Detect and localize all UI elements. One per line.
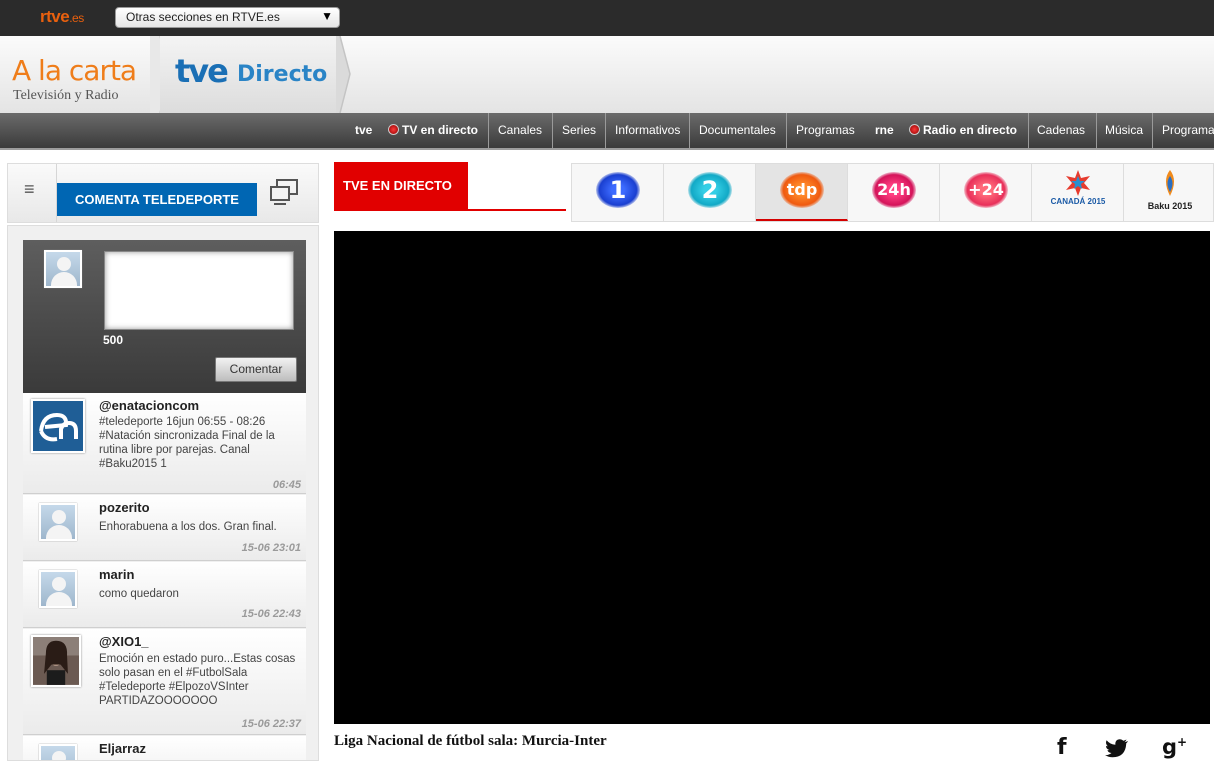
tve-directo-logo[interactable]: tve Directo xyxy=(160,36,340,113)
alacarta-subtitle: Televisión y Radio xyxy=(13,88,119,103)
comment-time: 15-06 22:43 xyxy=(241,608,301,620)
top-bar: rtve.es Otras secciones en RTVE.es ▼ xyxy=(0,0,1214,36)
tab-underline xyxy=(334,209,566,211)
facebook-icon[interactable]: f xyxy=(1057,735,1067,760)
sections-select-label: Otras secciones en RTVE.es xyxy=(126,10,280,24)
nav-tv-en-directo[interactable]: TV en directo xyxy=(388,113,478,148)
nav-programas-rne[interactable]: Programas xyxy=(1162,113,1214,148)
sections-select[interactable]: Otras secciones en RTVE.es ▼ xyxy=(115,7,340,28)
comment-item: @enatacioncom #teledeporte 16jun 06:55 -… xyxy=(23,393,306,494)
directo-label: Directo xyxy=(237,62,328,87)
nav-rne[interactable]: rne xyxy=(875,113,894,148)
nav-series[interactable]: Series xyxy=(562,113,596,148)
nav-programas-tve[interactable]: Programas xyxy=(796,113,855,148)
comment-text: como quedaron xyxy=(99,588,179,600)
alacarta-logo[interactable]: A la carta Televisión y Radio xyxy=(0,36,160,113)
tve-logo: tve xyxy=(175,52,229,90)
nav-radio-en-directo[interactable]: Radio en directo xyxy=(909,113,1017,148)
twitter-icon[interactable] xyxy=(1105,739,1129,759)
enatacion-logo-icon[interactable] xyxy=(31,399,85,453)
video-title: Liga Nacional de fútbol sala: Murcia-Int… xyxy=(334,733,607,749)
comment-user[interactable]: @enatacioncom xyxy=(99,398,199,413)
comentar-button[interactable]: Comentar xyxy=(215,357,297,382)
rtve-logo[interactable]: rtve.es xyxy=(40,7,84,27)
comment-input[interactable] xyxy=(104,251,294,330)
alacarta-title: A la carta xyxy=(12,54,137,87)
comment-text: Emoción en estado puro...Estas cosas sol… xyxy=(99,653,296,707)
nav-separator xyxy=(786,113,787,148)
nav-separator xyxy=(488,113,489,148)
comment-user[interactable]: Eljarraz xyxy=(99,741,146,756)
channel-teledeporte[interactable]: tdp xyxy=(756,164,848,221)
comment-user[interactable]: marin xyxy=(99,567,134,582)
baku2015-icon xyxy=(1166,170,1174,196)
default-avatar-icon[interactable] xyxy=(39,570,77,608)
nav-separator xyxy=(689,113,690,148)
canal24h-icon: 24h xyxy=(872,172,916,208)
comment-time: 15-06 22:37 xyxy=(241,718,301,730)
tve-en-directo-tab[interactable]: TVE EN DIRECTO xyxy=(334,162,468,210)
nav-separator xyxy=(1152,113,1153,148)
channel-baku2015[interactable]: Baku 2015 xyxy=(1124,164,1214,221)
nav-cadenas[interactable]: Cadenas xyxy=(1037,113,1085,148)
channel-selector: 1 2 tdp 24h +24 CANADÁ 2015 Baku 2015 xyxy=(571,163,1214,222)
default-avatar-icon xyxy=(44,250,82,288)
char-counter: 500 xyxy=(103,333,124,347)
header: A la carta Televisión y Radio tve Direct… xyxy=(0,36,1214,113)
channel-la2[interactable]: 2 xyxy=(664,164,756,221)
nav-musica[interactable]: Música xyxy=(1105,113,1143,148)
comenta-teledeporte-button[interactable]: COMENTA TELEDEPORTE xyxy=(57,183,257,216)
canada2015-icon xyxy=(1066,170,1090,196)
comment-user[interactable]: pozerito xyxy=(99,500,150,515)
nav-separator xyxy=(552,113,553,148)
comment-text: #teledeporte 16jun 06:55 - 08:26 #Nataci… xyxy=(99,416,275,470)
nav-radio-en-directo-label: Radio en directo xyxy=(923,123,1018,137)
comment-item: @XIO1_ Emoción en estado puro...Estas co… xyxy=(23,629,306,735)
nav-separator xyxy=(605,113,606,148)
default-avatar-icon[interactable] xyxy=(39,503,77,541)
google-plus-icon[interactable]: g+ xyxy=(1162,735,1187,759)
rtve-logo-text: rtve xyxy=(40,7,70,26)
comment-time: 15-06 23:01 xyxy=(241,542,301,554)
comment-text: Enhorabuena a los dos. Gran final. xyxy=(99,521,277,533)
channel-la1[interactable]: 1 xyxy=(572,164,664,221)
la1-icon: 1 xyxy=(596,172,640,208)
video-player[interactable] xyxy=(334,231,1210,724)
nav-tv-en-directo-label: TV en directo xyxy=(402,123,479,137)
popout-window-icon[interactable] xyxy=(268,178,300,206)
teledeporte-icon: tdp xyxy=(780,172,824,208)
channel-canada2015[interactable]: CANADÁ 2015 xyxy=(1032,164,1124,221)
menu-icon[interactable]: ≡ xyxy=(24,180,42,198)
la2-icon: 2 xyxy=(688,172,732,208)
comment-user[interactable]: @XIO1_ xyxy=(99,634,149,649)
comment-item: Eljarraz xyxy=(23,736,306,760)
rtve-logo-suffix: .es xyxy=(69,11,84,25)
comments-panel-header: ≡ COMENTA TELEDEPORTE xyxy=(7,163,319,223)
nav-informativos[interactable]: Informativos xyxy=(615,113,680,148)
nav-tve[interactable]: tve xyxy=(355,113,372,148)
channel-24h[interactable]: 24h xyxy=(848,164,940,221)
nav-separator xyxy=(1028,113,1029,148)
comment-composer: 500 Comentar xyxy=(23,240,306,393)
dropdown-arrow-icon: ▼ xyxy=(321,9,333,23)
main-nav: tve TV en directo Canales Series Informa… xyxy=(0,113,1214,150)
comments-panel: 500 Comentar @enatacioncom #teledeporte … xyxy=(7,225,319,761)
nav-canales[interactable]: Canales xyxy=(498,113,542,148)
live-dot-icon xyxy=(388,124,399,135)
comment-time: 06:45 xyxy=(272,479,301,491)
default-avatar-icon[interactable] xyxy=(39,744,77,760)
channel-mas24[interactable]: +24 xyxy=(940,164,1032,221)
comment-item: marin como quedaron 15-06 22:43 xyxy=(23,562,306,628)
canada2015-label: CANADÁ 2015 xyxy=(1050,197,1106,206)
nav-documentales[interactable]: Documentales xyxy=(699,113,776,148)
baku2015-label: Baku 2015 xyxy=(1147,201,1193,211)
comment-item: pozerito Enhorabuena a los dos. Gran fin… xyxy=(23,495,306,561)
live-dot-icon xyxy=(909,124,920,135)
nav-separator xyxy=(1096,113,1097,148)
mas24-icon: +24 xyxy=(964,172,1008,208)
chevron-separator-icon xyxy=(336,36,351,113)
user-photo-icon[interactable] xyxy=(31,635,81,687)
